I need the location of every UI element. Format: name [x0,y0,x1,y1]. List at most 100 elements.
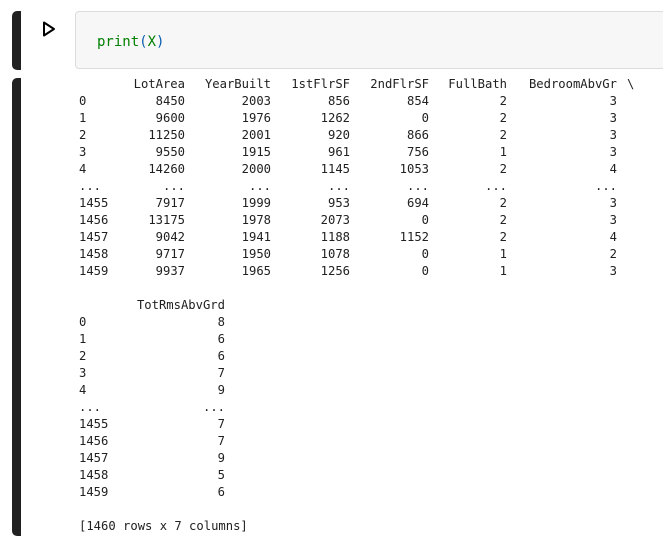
table-cell: 1 [499,264,507,278]
table-cell: 9042 [155,230,185,244]
table-row: 0 8450 2003 856 854 2 3 [79,93,659,110]
row-index: 1457 [79,451,109,465]
table-cell: 920 [327,128,350,142]
column-header: 1stFlrSF [291,77,350,91]
table-row: 1 6 [79,331,279,348]
table-row: 2 6 [79,348,279,365]
code-editor[interactable]: print(X) [75,11,663,69]
table-cell: ... [327,179,350,193]
table-row: 2 11250 2001 920 866 2 3 [79,127,659,144]
column-header: FullBath [448,77,507,91]
table-cell: 9 [217,451,225,465]
table1-header: LotArea YearBuilt 1stFlrSF 2ndFlrSF Full… [79,76,659,93]
table-cell: 5 [217,468,225,482]
table-row: 0 8 [79,314,279,331]
table-cell: 3 [609,145,617,159]
table-cell: 1978 [241,213,271,227]
code-function: print [97,34,140,50]
table-cell: 1256 [320,264,350,278]
table-cell: 7 [217,417,225,431]
table-cell: 0 [421,264,429,278]
table-row: 4 9 [79,382,279,399]
table-cell: 3 [609,94,617,108]
row-index: 1455 [79,417,109,431]
table-row: 1458 5 [79,467,279,484]
table-cell: 8450 [155,94,185,108]
output-indicator-bar [12,78,21,536]
table-cell: 1999 [241,196,271,210]
run-cell-button[interactable] [36,16,62,42]
table-cell: 1965 [241,264,271,278]
table-cell: 1053 [399,162,429,176]
code-paren-open: ( [139,34,148,50]
row-index: 2 [79,128,87,142]
table-cell: 2 [499,213,507,227]
table-cell: 2 [499,111,507,125]
table-cell: 1152 [399,230,429,244]
table-cell: 2003 [241,94,271,108]
row-index: ... [79,400,102,414]
table-cell: 2 [499,128,507,142]
table-row-ellipsis: ... ... ... ... ... ... ... [79,178,659,195]
table-cell: 9717 [155,247,185,261]
table-cell: 11250 [148,128,185,142]
table-cell: ... [202,400,225,414]
table-cell: 9 [217,383,225,397]
table-cell: 1950 [241,247,271,261]
table-cell: 856 [327,94,350,108]
table-cell: 2001 [241,128,271,142]
table-cell: 7917 [155,196,185,210]
table-cell: 0 [421,111,429,125]
table-cell: 866 [406,128,429,142]
table-cell: 1941 [241,230,271,244]
table-cell: 1976 [241,111,271,125]
table-cell: 961 [327,145,350,159]
notebook-page: print(X) LotArea YearBuilt 1stFlrSF 2ndF… [0,0,663,544]
table-row: 4 14260 2000 1145 1053 2 4 [79,161,659,178]
cell-indicator-bar [12,11,21,70]
code-line[interactable]: print(X) [97,33,164,51]
table-cell: 1262 [320,111,350,125]
table-cell: 6 [217,485,225,499]
table-row: 1456 7 [79,433,279,450]
table-cell: 3 [609,111,617,125]
table-cell: 6 [217,349,225,363]
column-header: BedroomAbvGr [528,77,617,91]
table-cell: ... [162,179,185,193]
table-cell: 9550 [155,145,185,159]
line-continuation: \ [627,77,635,91]
table-cell: 2 [499,162,507,176]
table-cell: ... [484,179,507,193]
row-index: 1457 [79,230,109,244]
table-row: 1459 6 [79,484,279,501]
play-icon [43,21,55,37]
table-cell: 2 [499,196,507,210]
table-row: 3 7 [79,365,279,382]
table-cell: 2 [499,94,507,108]
table-cell: 14260 [148,162,185,176]
row-index: 1455 [79,196,109,210]
table-row: 1455 7917 1999 953 694 2 3 [79,195,659,212]
row-index: 3 [79,145,87,159]
table-cell: 9937 [155,264,185,278]
table-row: 1458 9717 1950 1078 0 1 2 [79,246,659,263]
row-index: 1 [79,111,87,125]
column-header: LotArea [133,77,185,91]
row-index: ... [79,179,102,193]
table-cell: 9600 [155,111,185,125]
row-index: 1456 [79,434,109,448]
table-cell: 1188 [320,230,350,244]
table-cell: 953 [327,196,350,210]
table-row: 1455 7 [79,416,279,433]
row-index: 1459 [79,485,109,499]
table-cell: 2 [609,247,617,261]
table-row: 3 9550 1915 961 756 1 3 [79,144,659,161]
column-header: TotRmsAbvGrd [136,298,225,312]
row-index: 2 [79,349,87,363]
table-cell: 1078 [320,247,350,261]
table-cell: 0 [421,247,429,261]
row-index: 3 [79,366,87,380]
table-cell: 694 [406,196,429,210]
row-index: 0 [79,315,87,329]
row-index: 0 [79,94,87,108]
